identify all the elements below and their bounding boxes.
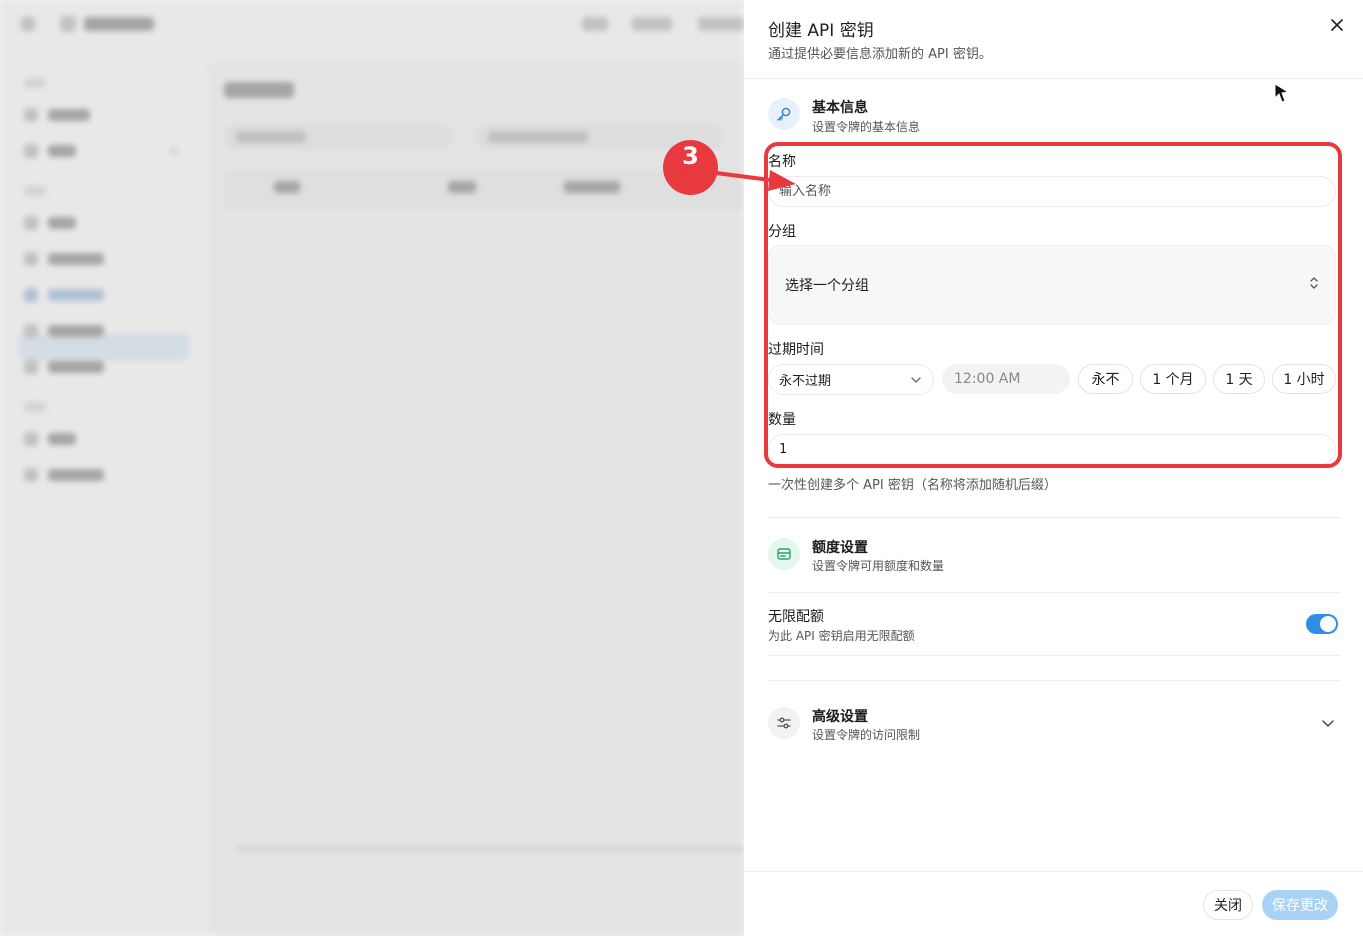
quantity-hint: 一次性创建多个 API 密钥（名称将添加随机后缀） (768, 478, 1057, 493)
expand-chevron-icon[interactable] (1322, 716, 1334, 732)
mouse-cursor-icon (1272, 82, 1292, 108)
basic-info-subtitle: 设置令牌的基本信息 (812, 120, 921, 134)
drawer-header: 创建 API 密钥 通过提供必要信息添加新的 API 密钥。 (744, 0, 1363, 79)
create-api-key-drawer: 创建 API 密钥 通过提供必要信息添加新的 API 密钥。 基本信息 设置令牌… (744, 0, 1363, 936)
quota-subtitle: 设置令牌可用额度和数量 (812, 559, 945, 573)
close-button[interactable]: 关闭 (1203, 890, 1253, 920)
drawer-footer: 关闭 保存更改 (744, 871, 1363, 936)
drawer-title: 创建 API 密钥 (768, 21, 874, 41)
sliders-icon (768, 707, 800, 739)
highlight-box (764, 142, 1342, 468)
key-icon (768, 98, 800, 130)
drawer-subtitle: 通过提供必要信息添加新的 API 密钥。 (768, 47, 992, 62)
divider (768, 680, 1340, 681)
basic-info-title: 基本信息 (812, 100, 868, 116)
unlimited-quota-label: 无限配额 (768, 609, 824, 625)
save-button[interactable]: 保存更改 (1262, 890, 1338, 920)
wallet-icon (768, 538, 800, 570)
divider (768, 655, 1340, 656)
unlimited-quota-toggle[interactable] (1306, 614, 1338, 634)
divider (768, 517, 1340, 518)
annotation-arrow (715, 170, 796, 191)
divider (768, 592, 1340, 593)
quota-title: 额度设置 (812, 540, 868, 556)
step-badge: 3 (663, 140, 718, 195)
background-app (0, 0, 744, 936)
unlimited-quota-description: 为此 API 密钥启用无限配额 (768, 629, 915, 643)
advanced-subtitle: 设置令牌的访问限制 (812, 728, 921, 742)
close-icon[interactable] (1326, 14, 1348, 36)
advanced-title: 高级设置 (812, 709, 868, 725)
